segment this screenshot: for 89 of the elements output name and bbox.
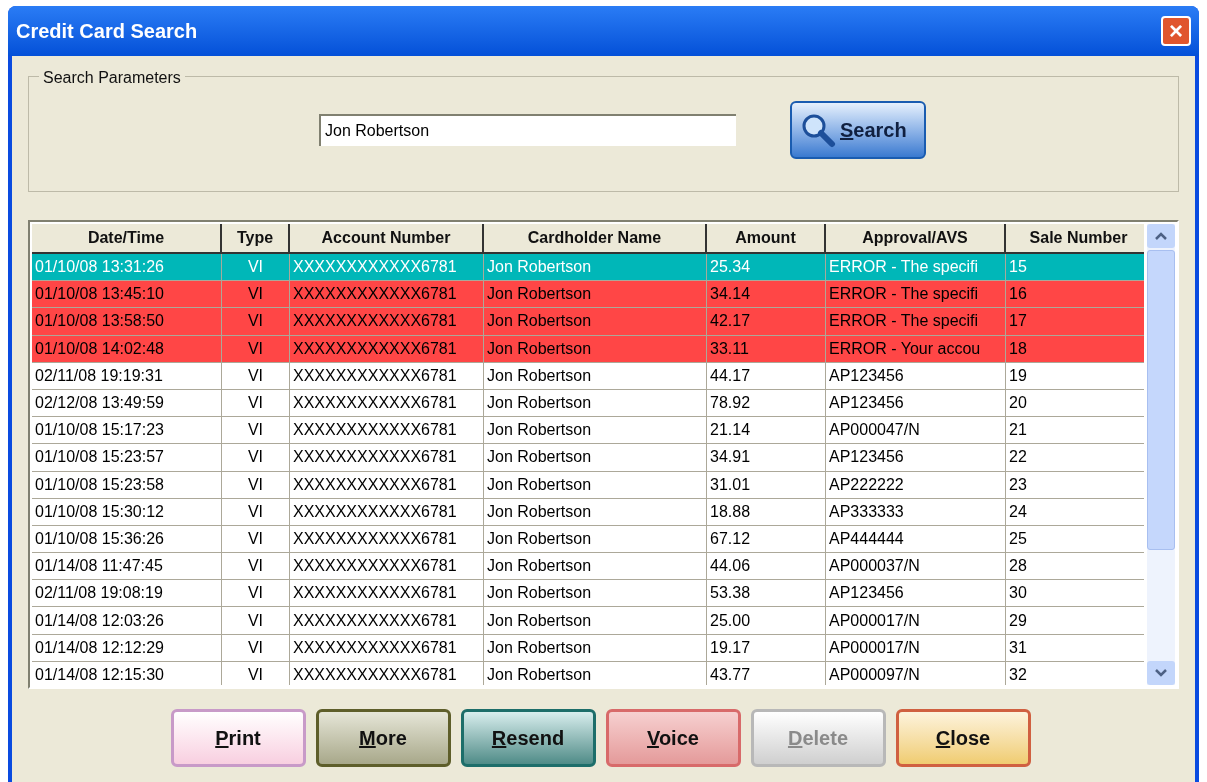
table-cell: VI	[222, 634, 290, 662]
table-cell: Jon Robertson	[484, 335, 707, 363]
table-cell: ERROR - Your accou	[826, 335, 1006, 363]
action-button[interactable]: Resend	[460, 709, 596, 767]
search-icon	[800, 112, 836, 148]
table-row[interactable]: 02/11/08 19:19:31 VI XXXXXXXXXXXX6781 Jon Robertson 44.17 AP123456 19	[32, 362, 1145, 390]
action-button[interactable]: Close	[895, 709, 1031, 767]
table-cell: 34.91	[707, 444, 826, 472]
table-cell: 01/10/08 15:23:58	[32, 471, 222, 499]
scroll-down-icon[interactable]	[1147, 661, 1175, 685]
window-title: Credit Card Search	[16, 19, 198, 44]
table-cell: 44.17	[707, 362, 826, 390]
action-button[interactable]: Print	[170, 709, 306, 767]
table-cell: XXXXXXXXXXXX6781	[290, 308, 484, 336]
table-cell: VI	[222, 335, 290, 363]
table-cell: Jon Robertson	[484, 444, 707, 472]
table-cell: Jon Robertson	[484, 308, 707, 336]
table-cell: AP000017/N	[826, 634, 1006, 662]
search-button[interactable]: Search	[790, 101, 926, 159]
table-cell: 02/11/08 19:19:31	[32, 362, 222, 390]
table-cell: XXXXXXXXXXXX6781	[290, 661, 484, 685]
table-cell: VI	[222, 362, 290, 390]
table-cell: AP123456	[826, 444, 1006, 472]
table-cell: Jon Robertson	[484, 498, 707, 526]
table-row[interactable]: 01/10/08 13:45:10 VI XXXXXXXXXXXX6781 Jon Robertson 34.14 ERROR - The specifi 16	[32, 281, 1145, 309]
table-row[interactable]: 01/14/08 11:47:45 VI XXXXXXXXXXXX6781 Jon Robertson 44.06 AP000037/N 28	[32, 553, 1145, 581]
column-header[interactable]: Amount	[707, 224, 826, 254]
table-cell: VI	[222, 471, 290, 499]
table-cell: XXXXXXXXXXXX6781	[290, 607, 484, 635]
table-row[interactable]: 01/14/08 12:03:26 VI XXXXXXXXXXXX6781 Jon Robertson 25.00 AP000017/N 29	[32, 607, 1145, 635]
table-cell: 01/14/08 12:12:29	[32, 634, 222, 662]
scroll-up-icon[interactable]	[1147, 224, 1175, 248]
table-cell: VI	[222, 308, 290, 336]
column-header[interactable]: Date/Time	[32, 224, 222, 254]
table-cell: AP000017/N	[826, 607, 1006, 635]
action-button[interactable]: More	[315, 709, 451, 767]
table-cell: VI	[222, 607, 290, 635]
table-cell: XXXXXXXXXXXX6781	[290, 471, 484, 499]
table-cell: VI	[222, 444, 290, 472]
column-header[interactable]: Cardholder Name	[484, 224, 707, 254]
table-cell: 01/10/08 15:23:57	[32, 444, 222, 472]
column-header[interactable]: Sale Number	[1006, 224, 1145, 254]
table-row[interactable]: 02/11/08 19:08:19 VI XXXXXXXXXXXX6781 Jon Robertson 53.38 AP123456 30	[32, 580, 1145, 608]
table-row[interactable]: 01/10/08 15:36:26 VI XXXXXXXXXXXX6781 Jon Robertson 67.12 AP444444 25	[32, 525, 1145, 554]
table-cell: Jon Robertson	[484, 661, 707, 685]
table-cell: 31.01	[707, 471, 826, 499]
table-cell: 33.11	[707, 335, 826, 363]
table-cell: 01/10/08 14:02:48	[32, 335, 222, 363]
table-row[interactable]: 01/14/08 12:12:29 VI XXXXXXXXXXXX6781 Jon Robertson 19.17 AP000017/N 31	[32, 634, 1145, 662]
table-row[interactable]: 02/12/08 13:49:59 VI XXXXXXXXXXXX6781 Jon Robertson 78.92 AP123456 20	[32, 389, 1145, 418]
table-cell: 01/14/08 12:03:26	[32, 607, 222, 635]
close-button[interactable]: ×	[1161, 16, 1191, 46]
table-cell: AP222222	[826, 471, 1006, 499]
table-row[interactable]: 01/10/08 13:58:50 VI XXXXXXXXXXXX6781 Jon Robertson 42.17 ERROR - The specifi 17	[32, 308, 1145, 336]
scroll-thumb[interactable]	[1147, 250, 1175, 550]
table-cell: VI	[222, 661, 290, 685]
table-cell: 01/10/08 15:30:12	[32, 498, 222, 526]
table-cell: XXXXXXXXXXXX6781	[290, 335, 484, 363]
table-cell: AP000097/N	[826, 661, 1006, 685]
table-cell: 01/14/08 12:15:30	[32, 661, 222, 685]
table-cell: XXXXXXXXXXXX6781	[290, 498, 484, 526]
table-cell: XXXXXXXXXXXX6781	[290, 362, 484, 390]
table-cell: Jon Robertson	[484, 607, 707, 635]
table-cell: XXXXXXXXXXXX6781	[290, 634, 484, 662]
table-cell: AP333333	[826, 498, 1006, 526]
column-header[interactable]: Account Number	[290, 224, 484, 254]
action-button[interactable]: Voice	[605, 709, 741, 767]
table-row[interactable]: 01/10/08 14:02:48 VI XXXXXXXXXXXX6781 Jon Robertson 33.11 ERROR - Your accou 18	[32, 335, 1145, 363]
table-cell: 43.77	[707, 661, 826, 685]
table-cell: 01/10/08 13:58:50	[32, 308, 222, 336]
table-cell: XXXXXXXXXXXX6781	[290, 444, 484, 472]
table-cell: 19.17	[707, 634, 826, 662]
scrollbar[interactable]	[1147, 224, 1175, 685]
table-cell: 42.17	[707, 308, 826, 336]
table-cell: 25.00	[707, 607, 826, 635]
table-row[interactable]: 01/10/08 15:17:23 VI XXXXXXXXXXXX6781 Jon Robertson 21.14 AP000047/N 21	[32, 417, 1145, 445]
column-header[interactable]: Approval/AVS	[826, 224, 1006, 254]
table-cell: VI	[222, 498, 290, 526]
table-row[interactable]: 01/10/08 15:23:57 VI XXXXXXXXXXXX6781 Jon Robertson 34.91 AP123456 22	[32, 444, 1145, 472]
table-cell: ERROR - The specifi	[826, 308, 1006, 336]
table-cell: 18.88	[707, 498, 826, 526]
table-cell: Jon Robertson	[484, 362, 707, 390]
search-field[interactable]: Jon Robertson	[319, 114, 736, 146]
table-cell: AP123456	[826, 362, 1006, 390]
column-header[interactable]: Type	[222, 224, 290, 254]
table-cell: Jon Robertson	[484, 634, 707, 662]
table-cell: Jon Robertson	[484, 471, 707, 499]
table-row[interactable]: 01/10/08 15:30:12 VI XXXXXXXXXXXX6781 Jon Robertson 18.88 AP333333 24	[32, 498, 1145, 526]
table-row[interactable]: 01/10/08 15:23:58 VI XXXXXXXXXXXX6781 Jon Robertson 31.01 AP222222 23	[32, 471, 1145, 499]
